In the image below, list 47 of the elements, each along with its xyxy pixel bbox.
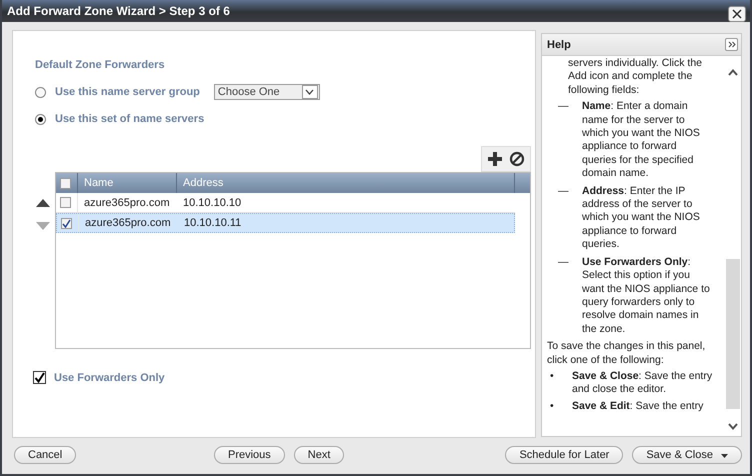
bullet-marker: • — [549, 370, 555, 384]
help-paragraph: Address: Enter the IP address of the server to which you want the NIOS appliance to forward queries. — [582, 184, 701, 252]
dash-marker: — — [558, 184, 570, 199]
footer-button[interactable]: Schedule for Later — [505, 446, 624, 464]
close-icon — [732, 9, 742, 19]
help-paragraph: Save & Edit: Save the entry — [572, 400, 704, 414]
select-all-checkbox[interactable] — [60, 178, 71, 188]
table-row[interactable]: azure365pro.com 10.10.10.11 — [56, 213, 515, 233]
bullet-marker: • — [549, 400, 555, 414]
scroll-up-icon[interactable] — [728, 69, 738, 76]
forwarders-only-checkbox[interactable] — [33, 371, 46, 384]
double-chevron-icon — [728, 41, 736, 48]
help-paragraph: To save the changes in this panel, click one of the following: — [547, 340, 706, 367]
footer-button[interactable]: Cancel — [14, 446, 76, 464]
help-paragraph: servers individually. Click the Add icon and complete the following fields: — [568, 57, 704, 98]
dash-marker: — — [558, 100, 570, 114]
close-button[interactable] — [728, 6, 746, 22]
footer-button[interactable]: Save & Close — [632, 446, 742, 464]
scroll-down-icon[interactable] — [728, 423, 738, 430]
checkbox-label: Use Forwarders Only — [54, 372, 165, 384]
caret-icon — [721, 454, 728, 458]
name-cell: azure365pro.com — [85, 217, 171, 229]
section-title: Default Zone Forwarders — [35, 59, 166, 71]
collapse-button[interactable] — [725, 38, 738, 51]
move-up-icon[interactable] — [36, 199, 50, 207]
radio-label: Use this set of name servers — [55, 113, 204, 125]
radio-button[interactable] — [35, 114, 46, 124]
prohibited-icon — [509, 151, 525, 167]
chevron-down-icon — [305, 89, 314, 95]
radio-button[interactable] — [35, 86, 46, 98]
footer-button[interactable]: Next — [294, 446, 344, 464]
help-paragraph: Use Forwarders Only: Select this option if you want the NIOS appliance to query forwarders only to resolve domain names in the zone. — [582, 256, 711, 336]
footer-button[interactable]: Previous — [214, 446, 285, 464]
group-dropdown[interactable]: Choose One — [214, 84, 320, 100]
help-paragraph: Save & Close: Save the entry and close the editor. — [572, 370, 713, 397]
row-checkbox[interactable] — [60, 197, 71, 208]
address-cell: 10.10.10.11 — [184, 217, 242, 229]
window-title: Add Forward Zone Wizard > Step 3 of 6 — [7, 4, 230, 18]
address-cell: 10.10.10.10 — [183, 196, 242, 208]
radio-label: Use this name server group — [55, 86, 200, 98]
plus-icon — [487, 151, 503, 167]
help-title: Help — [547, 38, 571, 50]
row-checkbox[interactable] — [61, 218, 72, 228]
dash-marker: — — [558, 256, 570, 270]
name-cell: azure365pro.com — [84, 196, 170, 208]
help-paragraph: Name: Enter a domain name for the server to which you want the NIOS appliance to forward queries for the specified domain name. — [582, 100, 701, 181]
scrollbar-thumb[interactable] — [726, 259, 740, 409]
